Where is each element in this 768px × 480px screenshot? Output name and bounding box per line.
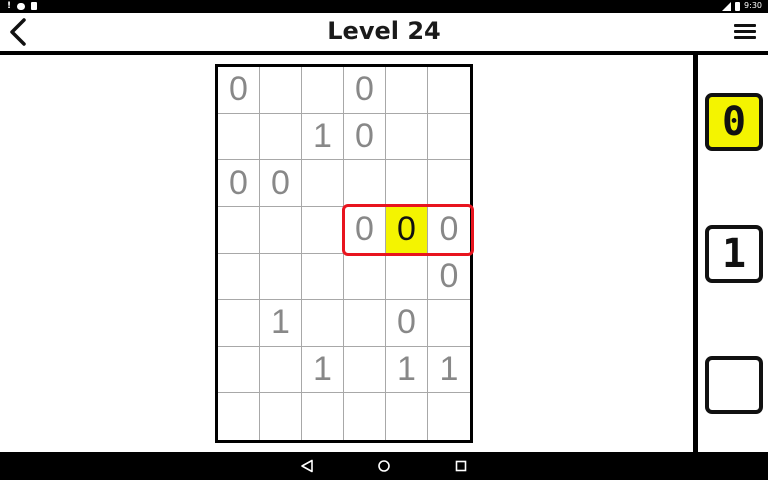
board-cell[interactable] — [428, 393, 470, 440]
navigation-bar — [0, 452, 768, 480]
board-cell[interactable] — [344, 160, 386, 207]
side-panel-divider — [693, 55, 698, 452]
board-cell[interactable]: 0 — [386, 206, 428, 254]
board-cell[interactable]: 1 — [302, 346, 344, 394]
status-bar: ! 9:30 — [0, 0, 768, 13]
board-cell[interactable]: 1 — [260, 300, 302, 347]
board-cell[interactable] — [260, 67, 302, 114]
header-divider — [0, 51, 768, 55]
board-cell[interactable] — [260, 346, 302, 394]
board-cell[interactable] — [344, 393, 386, 440]
board-cell[interactable] — [344, 253, 386, 301]
board-cell[interactable] — [302, 67, 344, 114]
board-cell[interactable] — [260, 253, 302, 301]
palette-button-one[interactable]: 1 — [705, 225, 763, 283]
board-cell[interactable]: 0 — [260, 160, 302, 207]
battery-icon — [735, 1, 741, 11]
board-cell[interactable] — [218, 253, 260, 301]
board-cell[interactable] — [386, 160, 428, 207]
page-title: Level 24 — [327, 17, 441, 45]
board-cell[interactable]: 0 — [344, 206, 386, 254]
board-cell[interactable] — [428, 114, 470, 161]
menu-button[interactable] — [732, 21, 758, 43]
status-left: ! — [7, 1, 38, 11]
palette-button-clear[interactable] — [705, 356, 763, 414]
board-cell[interactable] — [302, 160, 344, 207]
board-cell[interactable] — [344, 300, 386, 347]
board-cell[interactable]: 0 — [344, 67, 386, 114]
board-cell[interactable] — [302, 253, 344, 301]
board-cell[interactable]: 0 — [386, 300, 428, 347]
board-cell[interactable] — [218, 393, 260, 440]
hamburger-menu-icon — [734, 24, 756, 27]
board-cell[interactable] — [428, 160, 470, 207]
board-cell[interactable]: 0 — [218, 160, 260, 207]
board-cell[interactable]: 1 — [386, 346, 428, 394]
board-cell[interactable]: 0 — [218, 67, 260, 114]
board-cell[interactable] — [260, 206, 302, 254]
board-cell[interactable] — [428, 67, 470, 114]
board-cell[interactable] — [302, 300, 344, 347]
board-grid: 001000000010111 — [218, 67, 470, 440]
board-cell[interactable] — [344, 346, 386, 394]
status-right: 9:30 — [722, 1, 762, 11]
board-cell[interactable]: 1 — [428, 347, 470, 394]
board-cell[interactable] — [260, 113, 302, 161]
nav-back-icon[interactable] — [300, 459, 314, 473]
hamburger-menu-icon — [734, 36, 756, 39]
nav-home-icon[interactable] — [377, 459, 391, 473]
signal-icon — [722, 1, 732, 11]
board-cell[interactable]: 0 — [344, 113, 386, 161]
hamburger-menu-icon — [734, 30, 756, 33]
chat-icon — [17, 2, 26, 10]
nav-recent-icon[interactable] — [454, 459, 468, 473]
board-cell[interactable]: 0 — [428, 254, 470, 301]
board-cell[interactable] — [218, 113, 260, 161]
status-time: 9:30 — [744, 1, 762, 10]
board-cell[interactable] — [302, 206, 344, 254]
palette-button-zero[interactable]: 0 — [705, 93, 763, 151]
board-cell[interactable] — [386, 113, 428, 161]
board-cell[interactable] — [218, 206, 260, 254]
board-cell[interactable]: 1 — [302, 113, 344, 161]
clipboard-icon — [31, 2, 38, 10]
board-cell[interactable] — [386, 393, 428, 440]
board-cell[interactable] — [386, 67, 428, 114]
alert-icon: ! — [7, 1, 12, 11]
board-cell[interactable] — [218, 300, 260, 347]
board-cell[interactable] — [386, 253, 428, 301]
board-cell[interactable] — [428, 300, 470, 347]
game-board: 001000000010111 — [215, 64, 473, 443]
board-cell[interactable] — [302, 393, 344, 440]
board-cell[interactable]: 0 — [428, 207, 470, 254]
board-cell[interactable] — [260, 393, 302, 440]
board-cell[interactable] — [218, 346, 260, 394]
